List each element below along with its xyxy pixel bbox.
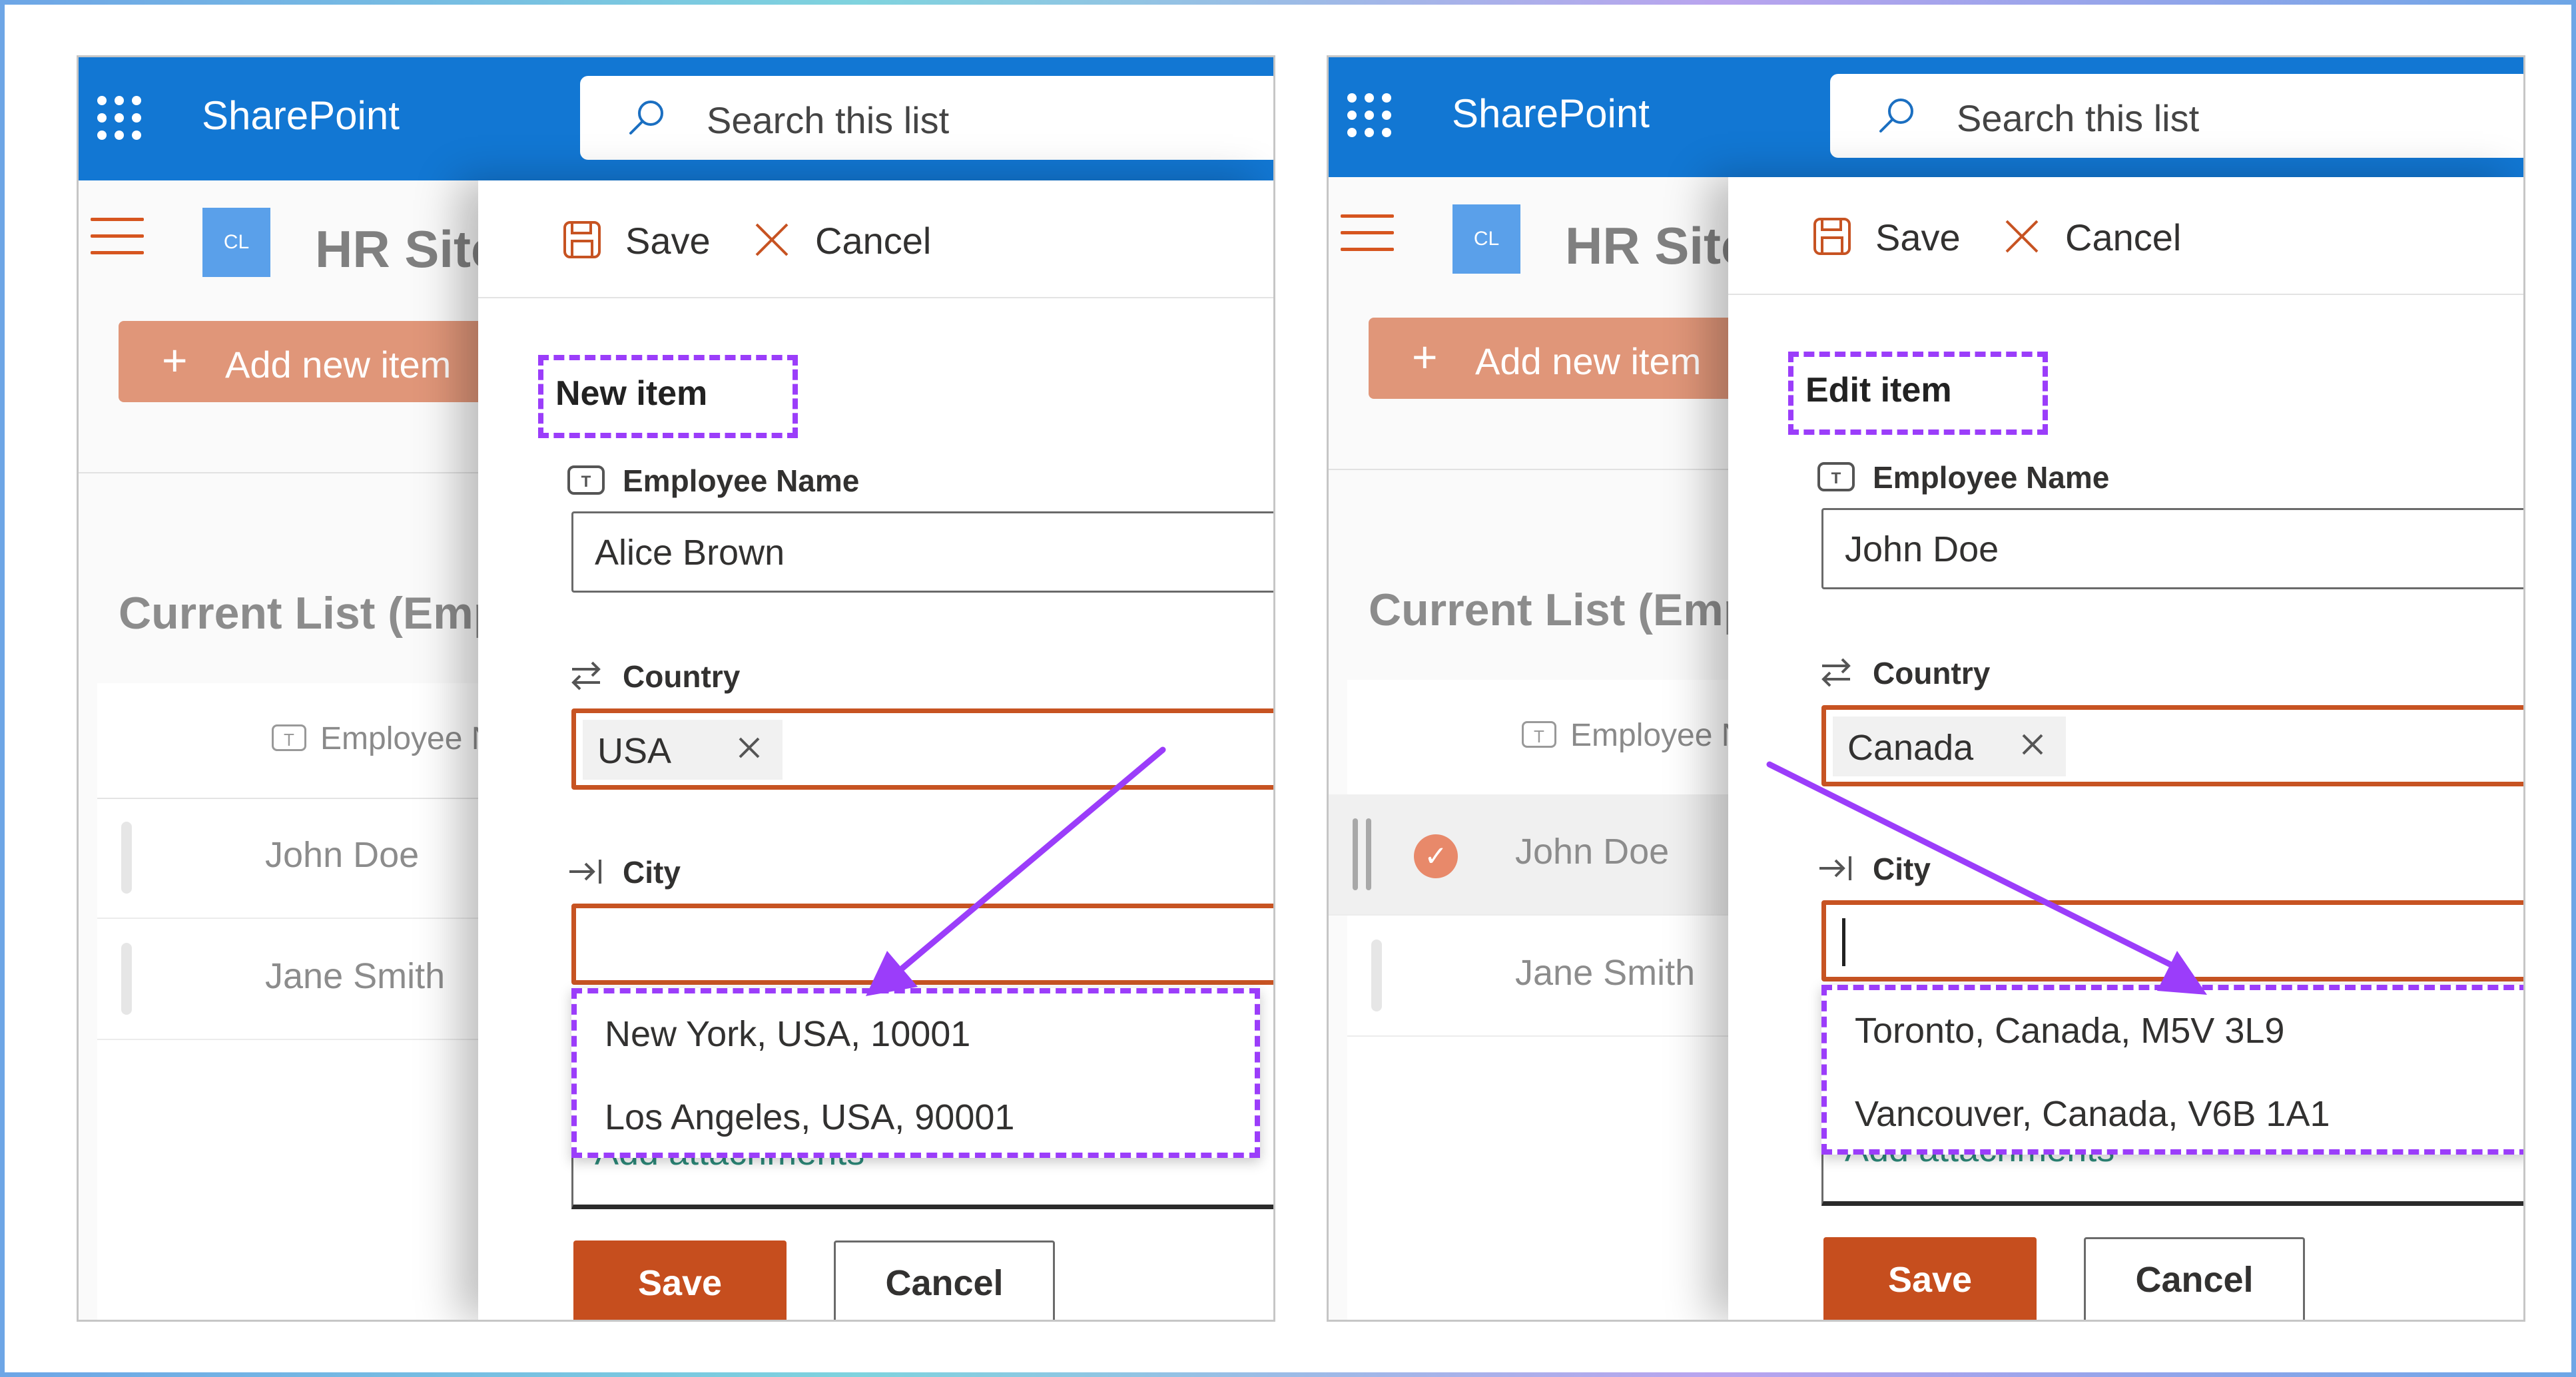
- command-save[interactable]: Save: [1811, 216, 1978, 260]
- search-icon: [629, 101, 663, 135]
- row-handle[interactable]: [1353, 818, 1358, 890]
- text-cursor: [1842, 918, 1845, 966]
- command-cancel[interactable]: Cancel: [2001, 216, 2214, 260]
- plus-icon: +: [1412, 332, 1438, 382]
- city-field[interactable]: [571, 904, 1273, 985]
- row-employee-name: Jane Smith: [1515, 953, 1696, 993]
- form-title: Edit item: [1788, 352, 2048, 435]
- arrow-to-line-icon: [569, 860, 601, 884]
- city-suggestion-option[interactable]: Los Angeles, USA, 90001: [605, 1097, 1014, 1138]
- brand-name[interactable]: SharePoint: [202, 93, 400, 138]
- city-suggestions-dropdown: Toronto, Canada, M5V 3L9 Vancouver, Cana…: [1821, 985, 2523, 1155]
- command-cancel[interactable]: Cancel: [751, 219, 964, 263]
- text-field-icon: T: [1817, 462, 1855, 491]
- form-title: New item: [538, 355, 798, 438]
- screenshot-frame: SharePoint Search this list CL HR Site +…: [0, 0, 2576, 1377]
- suite-header: SharePoint Search this list: [79, 57, 1273, 180]
- command-save-label: Save: [1875, 216, 1961, 258]
- row-employee-name: John Doe: [265, 835, 420, 875]
- employee-name-field[interactable]: Alice Brown: [571, 511, 1273, 593]
- new-item-form-pane: Save Cancel New item T Employee Name Ali…: [478, 180, 1273, 1320]
- command-save-label: Save: [625, 220, 711, 262]
- svg-text:T: T: [581, 473, 591, 491]
- search-placeholder: Search this list: [1957, 97, 2200, 139]
- country-field[interactable]: USA: [571, 708, 1273, 790]
- city-suggestion-option[interactable]: New York, USA, 10001: [605, 1013, 970, 1055]
- city-suggestion-option[interactable]: Toronto, Canada, M5V 3L9: [1855, 1010, 2284, 1051]
- city-field[interactable]: [1821, 900, 2523, 981]
- search-box[interactable]: Search this list: [580, 76, 1273, 160]
- hamburger-menu-icon[interactable]: [1341, 214, 1394, 254]
- text-field-icon: T: [567, 465, 605, 495]
- country-field[interactable]: Canada: [1821, 705, 2523, 786]
- save-button[interactable]: Save: [573, 1240, 787, 1320]
- svg-text:T: T: [1831, 469, 1841, 487]
- site-logo-badge: CL: [1452, 204, 1520, 274]
- row-handle[interactable]: [121, 822, 132, 894]
- employee-name-value: Alice Brown: [595, 533, 785, 573]
- save-button[interactable]: Save: [1823, 1237, 2037, 1320]
- form-command-bar: Save Cancel: [1728, 177, 2523, 295]
- brand-name[interactable]: SharePoint: [1452, 91, 1650, 137]
- text-field-icon: T: [1522, 721, 1556, 748]
- close-icon: [755, 223, 789, 256]
- country-chip: USA: [583, 720, 783, 780]
- country-chip-value: USA: [597, 731, 672, 771]
- search-box[interactable]: Search this list: [1830, 74, 2523, 158]
- add-new-item-label: Add new item: [225, 344, 452, 386]
- country-chip-value: Canada: [1847, 728, 1974, 768]
- lookup-arrows-icon: [1821, 658, 1851, 687]
- search-placeholder: Search this list: [707, 99, 950, 141]
- cancel-button[interactable]: Cancel: [2084, 1237, 2305, 1320]
- cancel-button[interactable]: Cancel: [834, 1240, 1055, 1320]
- plus-icon: +: [162, 336, 188, 385]
- remove-icon[interactable]: [733, 732, 765, 764]
- save-icon: [1813, 218, 1851, 255]
- command-cancel-label: Cancel: [2065, 216, 2182, 258]
- sharepoint-panel-new-item: SharePoint Search this list CL HR Site +…: [77, 55, 1275, 1322]
- close-icon: [2005, 220, 2039, 253]
- waffle-icon[interactable]: [1347, 93, 1391, 137]
- sharepoint-panel-edit-item: SharePoint Search this list CL HR Site +…: [1327, 55, 2525, 1322]
- arrow-to-line-icon: [1819, 856, 1851, 880]
- remove-icon[interactable]: [2017, 728, 2049, 760]
- row-handle[interactable]: [121, 943, 132, 1015]
- save-icon: [563, 221, 601, 258]
- checkmark-icon[interactable]: ✓: [1414, 834, 1458, 878]
- site-title[interactable]: HR Site: [315, 219, 499, 280]
- suite-header: SharePoint Search this list: [1329, 57, 2523, 177]
- lookup-arrows-icon: [571, 661, 601, 690]
- waffle-icon[interactable]: [97, 96, 141, 140]
- row-handle: [1366, 818, 1371, 890]
- command-cancel-label: Cancel: [815, 220, 932, 262]
- city-suggestion-option[interactable]: Vancouver, Canada, V6B 1A1: [1855, 1093, 2330, 1135]
- form-command-bar: Save Cancel: [478, 180, 1273, 298]
- employee-name-value: John Doe: [1845, 529, 1999, 569]
- country-chip: Canada: [1833, 716, 2066, 776]
- employee-name-field[interactable]: John Doe: [1821, 508, 2523, 589]
- hamburger-menu-icon[interactable]: [91, 218, 144, 258]
- add-new-item-label: Add new item: [1475, 340, 1702, 382]
- row-employee-name: Jane Smith: [265, 956, 446, 996]
- text-field-icon: T: [272, 724, 306, 751]
- command-save[interactable]: Save: [561, 219, 728, 263]
- city-suggestions-dropdown: New York, USA, 10001 Los Angeles, USA, 9…: [571, 988, 1260, 1158]
- site-title[interactable]: HR Site: [1565, 216, 1750, 276]
- search-icon: [1879, 99, 1913, 133]
- edit-item-form-pane: Save Cancel Edit item T Employee Name Jo…: [1728, 177, 2523, 1320]
- site-logo-badge: CL: [202, 208, 270, 277]
- row-handle[interactable]: [1371, 940, 1382, 1011]
- row-employee-name: John Doe: [1515, 832, 1670, 872]
